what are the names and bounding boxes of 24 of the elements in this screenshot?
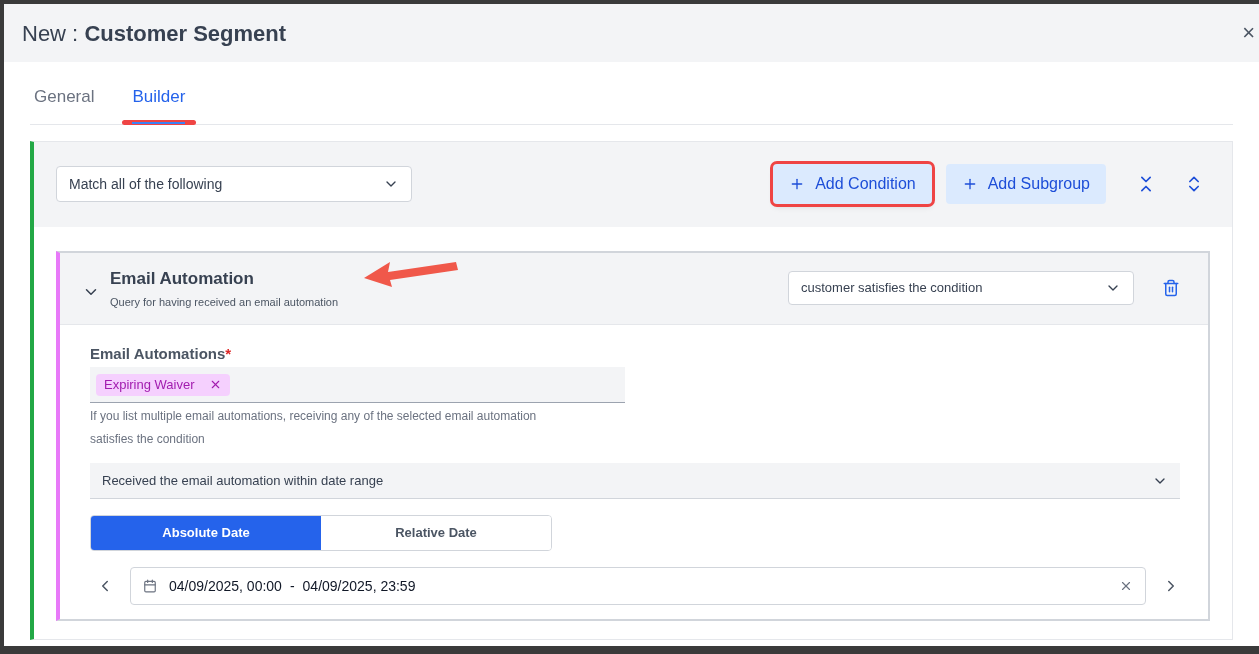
trash-icon[interactable] — [1162, 279, 1180, 297]
add-button[interactable]: Add Condition — [773, 164, 932, 204]
dialog-title: New : Customer Segment — [22, 19, 287, 48]
condition-title: Email Automation — [110, 268, 255, 290]
close-button[interactable]: × — [1242, 22, 1255, 44]
range-separator: - — [289, 576, 295, 596]
date-range-field[interactable]: 04/09/2025, 00:00 - 04/09/2025, 23:59 — [130, 567, 1146, 605]
start-date: 04/09/2025, 00:00 — [169, 576, 282, 596]
match-select[interactable]: Match all of the following — [56, 166, 412, 202]
mode-select[interactable]: customer satisfies the condition — [788, 271, 1134, 305]
condition-subtitle: Query for having received an email automation — [110, 294, 339, 310]
tags-field[interactable]: Expiring Waiver — [90, 367, 625, 403]
end-date: 04/09/2025, 23:59 — [302, 576, 416, 596]
tag: Expiring Waiver — [96, 373, 230, 396]
help-text: If you list multiple email automations, receiving any of the selected email automation satisfies the condition — [90, 408, 538, 448]
calendar-icon — [143, 579, 157, 593]
tab[interactable]: Builder — [132, 84, 186, 124]
timing-select[interactable]: Received the email automation within date range — [90, 463, 1180, 499]
date-mode-tab[interactable]: Absolute Date — [91, 516, 321, 550]
field-label: Email Automations* — [90, 343, 233, 364]
required-mark: * — [225, 344, 232, 362]
add-button[interactable]: Add Subgroup — [945, 164, 1106, 204]
tab[interactable]: General — [34, 84, 95, 124]
clear-icon[interactable] — [1119, 579, 1133, 593]
